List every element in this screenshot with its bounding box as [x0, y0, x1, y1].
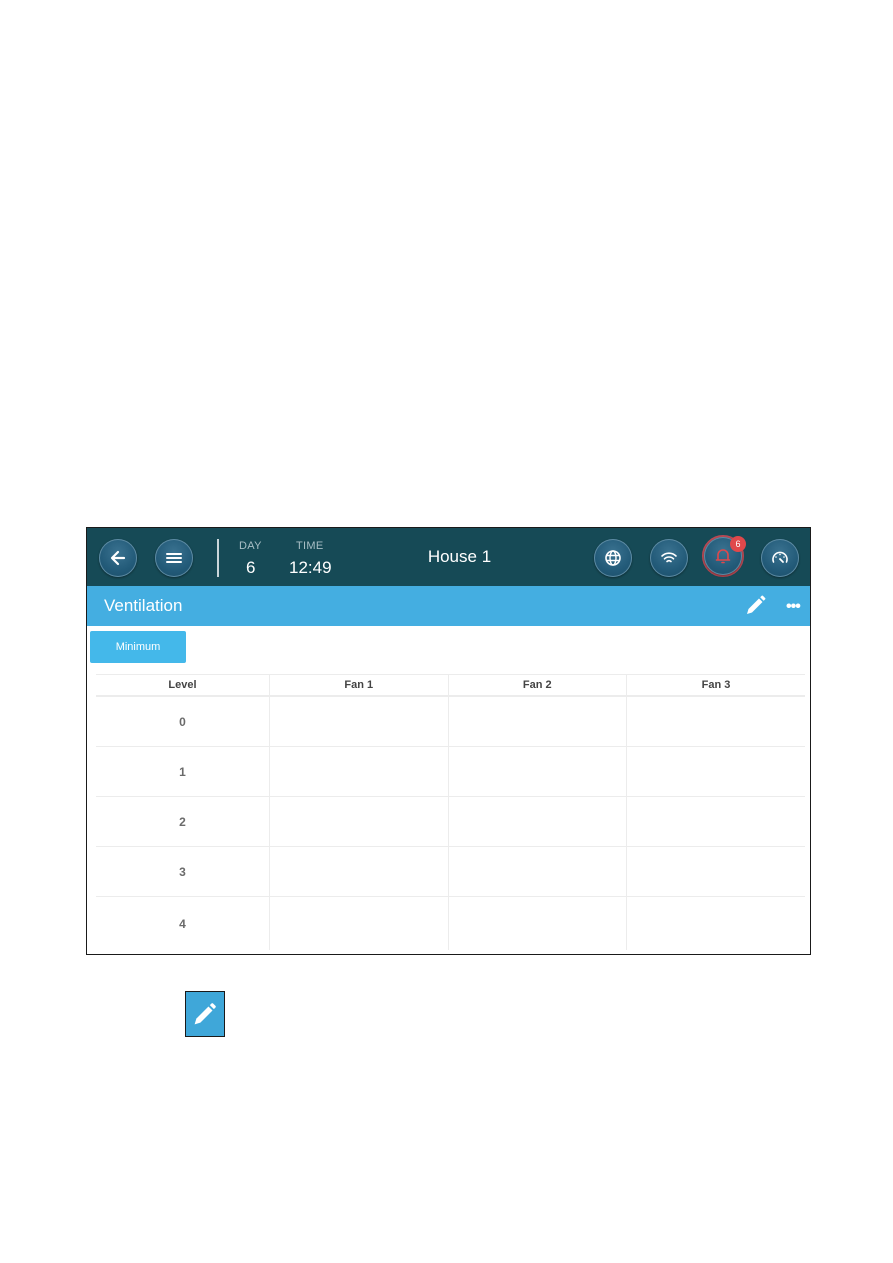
- ventilation-screen: DAY 6 TIME 12:49 House 1 6 Ventilation •…: [86, 527, 811, 955]
- time-label: TIME: [296, 540, 324, 552]
- fan-3-cell[interactable]: [626, 846, 805, 897]
- fan-2-cell[interactable]: [448, 896, 627, 950]
- column-header-fan-3: Fan 3: [626, 674, 805, 697]
- table-row: 2: [96, 796, 805, 847]
- level-cell: 0: [96, 696, 270, 747]
- fan-3-cell[interactable]: [626, 696, 805, 747]
- bell-icon: [715, 549, 731, 564]
- title-bar: Ventilation •••: [87, 586, 810, 626]
- menu-button[interactable]: [155, 539, 193, 577]
- table-header-row: Level Fan 1 Fan 2 Fan 3: [96, 674, 805, 697]
- back-arrow-icon: [110, 550, 126, 566]
- edit-icon-illustration: [185, 991, 225, 1037]
- table-row: 0: [96, 696, 805, 747]
- level-cell: 4: [96, 896, 270, 950]
- fan-1-cell[interactable]: [269, 696, 449, 747]
- fan-2-cell[interactable]: [448, 746, 627, 797]
- globe-icon: [605, 550, 621, 566]
- fan-3-cell[interactable]: [626, 746, 805, 797]
- fan-2-cell[interactable]: [448, 796, 627, 847]
- level-cell: 1: [96, 746, 270, 797]
- hamburger-menu-icon: [166, 553, 182, 563]
- gauge-icon: [772, 551, 788, 563]
- fan-1-cell[interactable]: [269, 746, 449, 797]
- wifi-button[interactable]: [650, 539, 688, 577]
- day-value: 6: [246, 558, 256, 577]
- time-value: 12:49: [289, 558, 332, 577]
- tab-minimum[interactable]: Minimum: [90, 631, 186, 663]
- back-button[interactable]: [99, 539, 137, 577]
- column-header-fan-2: Fan 2: [448, 674, 627, 697]
- divider: [217, 539, 219, 577]
- house-name: House 1: [427, 547, 492, 566]
- fan-2-cell[interactable]: [448, 696, 627, 747]
- globe-button[interactable]: [594, 539, 632, 577]
- table-row: 3: [96, 846, 805, 897]
- pencil-icon[interactable]: [742, 593, 768, 619]
- fan-3-cell[interactable]: [627, 897, 806, 951]
- level-cell: 2: [96, 796, 270, 847]
- level-cell: 3: [96, 846, 270, 897]
- fan-3-cell[interactable]: [626, 796, 805, 847]
- top-bar: DAY 6 TIME 12:49 House 1 6: [87, 528, 810, 586]
- fan-1-cell[interactable]: [269, 846, 449, 897]
- table-row: 4: [96, 896, 806, 951]
- table-row: 1: [96, 746, 805, 797]
- fan-1-cell[interactable]: [269, 796, 449, 847]
- column-header-fan-1: Fan 1: [269, 674, 449, 697]
- fan-2-cell[interactable]: [448, 846, 627, 897]
- more-options-button[interactable]: •••: [786, 598, 801, 616]
- fan-1-cell[interactable]: [269, 896, 449, 950]
- day-label: DAY: [239, 540, 262, 552]
- dashboard-button[interactable]: [761, 539, 799, 577]
- wifi-icon: [661, 552, 677, 563]
- alarm-count-badge: 6: [730, 536, 746, 552]
- column-header-level: Level: [96, 674, 270, 697]
- pencil-icon: [194, 1003, 216, 1025]
- fan-levels-table: Level Fan 1 Fan 2 Fan 3 0 1 2 3 4: [96, 674, 805, 950]
- page-title: Ventilation: [104, 596, 183, 615]
